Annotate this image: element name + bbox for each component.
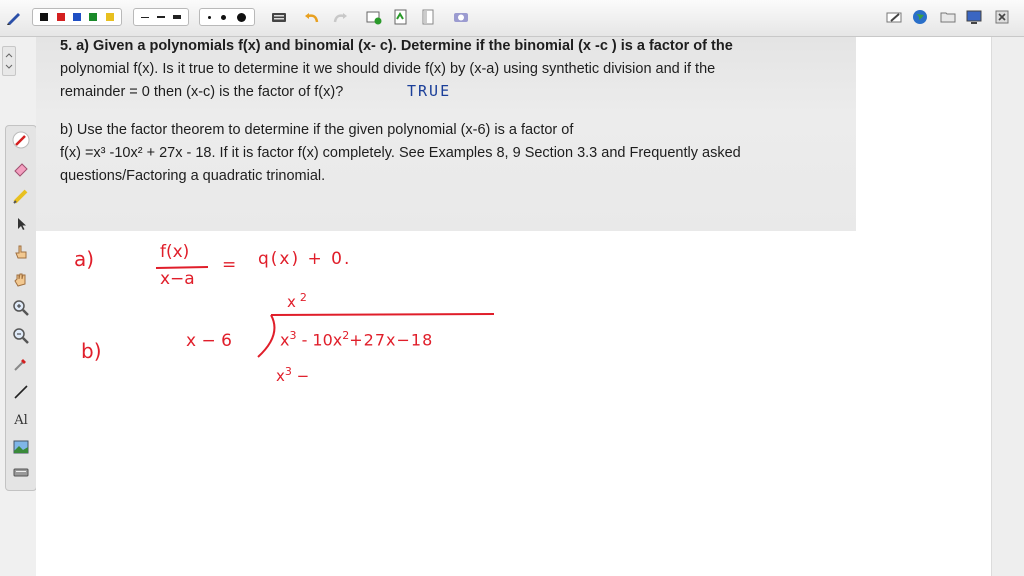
pen-tool-button[interactable] <box>11 130 31 150</box>
eraser-icon <box>14 163 28 177</box>
chevron-icon <box>5 53 13 69</box>
highlighter-icon <box>13 189 28 204</box>
right-sidebar <box>991 37 1024 576</box>
keyboard-tool-button[interactable] <box>11 462 31 482</box>
undo-icon[interactable] <box>304 9 320 25</box>
keyboard-icon[interactable] <box>271 9 287 25</box>
add-page-icon[interactable] <box>366 9 382 25</box>
color-swatch-green[interactable] <box>89 13 98 21</box>
eraser-toolbar-icon[interactable] <box>886 9 902 25</box>
select-tool-button[interactable] <box>11 214 31 234</box>
hand-icon <box>14 273 26 287</box>
dot-small-icon[interactable] <box>208 15 212 19</box>
line-icon <box>14 385 28 399</box>
line-medium-icon[interactable] <box>157 16 165 18</box>
hw-ink-strokes <box>155 266 495 358</box>
redo-icon[interactable] <box>332 9 348 25</box>
pen-icon[interactable] <box>6 9 22 25</box>
hw-division-bracket <box>257 313 495 358</box>
pan-tool-button[interactable] <box>11 270 31 290</box>
line-thin-icon[interactable] <box>141 16 149 18</box>
clear-icon[interactable] <box>420 9 436 25</box>
color-swatch-blue[interactable] <box>72 13 81 21</box>
close-icon[interactable] <box>994 9 1010 25</box>
cursor-icon <box>18 218 26 230</box>
dot-medium-icon[interactable] <box>221 14 227 20</box>
hw-fraction-bar <box>155 266 209 269</box>
color-swatch-yellow[interactable] <box>105 13 114 21</box>
left-panel-toggle[interactable] <box>2 46 16 76</box>
document-icon[interactable] <box>393 9 409 25</box>
main-toolbar <box>0 0 1024 37</box>
eraser-tool-button[interactable] <box>11 158 31 178</box>
folder-icon[interactable] <box>940 9 956 25</box>
line-thick-icon[interactable] <box>173 15 181 19</box>
zoom-in-icon <box>13 300 29 316</box>
image-icon <box>13 440 29 454</box>
color-swatch-black[interactable] <box>40 13 49 21</box>
highlighter-tool-button[interactable] <box>11 186 31 206</box>
hand-pointer-icon <box>15 245 27 259</box>
zoom-out-icon <box>13 328 29 344</box>
pen-icon <box>12 131 30 149</box>
dot-size-group <box>199 8 255 26</box>
text-tool-label: Al <box>14 412 28 428</box>
eyedropper-tool-button[interactable] <box>11 354 31 374</box>
tool-panel: Al <box>5 125 37 491</box>
zoom-in-tool-button[interactable] <box>11 298 31 318</box>
zoom-out-tool-button[interactable] <box>11 326 31 346</box>
whiteboard-canvas[interactable]: 5. a) Given a polynomials f(x) and binom… <box>36 37 991 576</box>
globe-icon[interactable] <box>912 9 928 25</box>
line-style-group <box>133 8 189 26</box>
camera-icon[interactable] <box>453 9 469 25</box>
image-tool-button[interactable] <box>11 437 31 457</box>
display-icon[interactable] <box>966 9 982 25</box>
color-palette <box>32 8 122 26</box>
text-tool-button[interactable]: Al <box>11 410 31 430</box>
keyboard-icon <box>13 468 29 477</box>
eyedropper-icon <box>14 359 26 371</box>
line-tool-button[interactable] <box>11 382 31 402</box>
color-swatch-red[interactable] <box>56 13 65 21</box>
pointer-tool-button[interactable] <box>11 242 31 262</box>
dot-large-icon[interactable] <box>236 12 246 22</box>
